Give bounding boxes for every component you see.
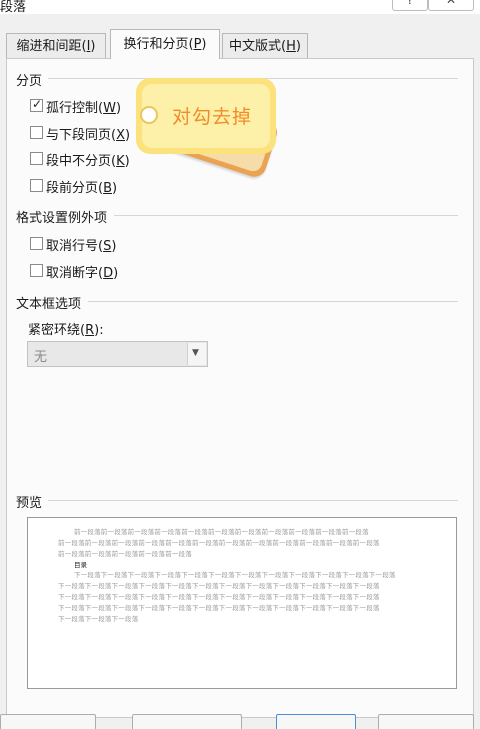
keep-lines-together-label: 段中不分页(K) <box>46 154 130 169</box>
page-break-before-label: 段前分页(B) <box>46 181 118 196</box>
no-hyphenation-label: 取消断字(D) <box>46 266 119 281</box>
preview-heading: 预览 <box>16 496 43 511</box>
tag-front-shape: 对勾去掉 <box>136 78 276 154</box>
tabs-button[interactable] <box>0 714 96 729</box>
help-icon: ? <box>406 0 414 7</box>
preview-next-line: 下一段落下一段落下一段落 <box>58 615 139 623</box>
keep-with-next-checkbox[interactable] <box>30 126 43 139</box>
preview-pane: 前一段落前一段落前一段落前一段落前一段落前一段落前一段落前一段落前一段落前一段落… <box>27 517 457 689</box>
textbox-divider <box>88 301 458 302</box>
widow-control-label: 孤行控制(W) <box>46 101 122 116</box>
preview-prev-line: 前一段落前一段落前一段落前一段落前一段落 <box>58 550 192 558</box>
title-bar: 段落 ? ✕ <box>0 0 480 15</box>
preview-next-line: 下一段落下一段落下一段落下一段落下一段落下一段落下一段落下一段落下一段落下一段落… <box>58 593 380 601</box>
pagination-heading: 分页 <box>16 74 43 89</box>
tight-wrap-label: 紧密环绕(R): <box>28 323 104 338</box>
suppress-line-numbers-label: 取消行号(S) <box>46 239 117 254</box>
ok-button[interactable] <box>276 714 356 729</box>
keep-with-next-label: 与下段同页(X) <box>46 128 131 143</box>
preview-next-line: 下一段落下一段落下一段落下一段落下一段落下一段落下一段落下一段落下一段落下一段落… <box>58 604 380 612</box>
annotation-text: 对勾去掉 <box>172 106 253 128</box>
preview-next-line: 下一段落下一段落下一段落下一段落下一段落下一段落下一段落下一段落下一段落下一段落… <box>58 582 380 590</box>
preview-prev-line: 前一段落前一段落前一段落前一段落前一段落前一段落前一段落前一段落前一段落前一段落… <box>58 539 380 547</box>
preview-current-text: 目录 <box>74 561 87 569</box>
tab-indent-spacing[interactable]: 缩进和间距(I) <box>6 33 106 58</box>
preview-prev-line: 前一段落前一段落前一段落前一段落前一段落前一段落前一段落前一段落前一段落前一段落… <box>74 528 369 536</box>
checkmark-icon: ✓ <box>32 97 43 111</box>
preview-divider <box>48 500 458 501</box>
tight-wrap-select[interactable]: 无 ▼ <box>27 341 208 367</box>
tab-asian-typography[interactable]: 中文版式(H) <box>222 33 308 58</box>
tight-wrap-value: 无 <box>34 350 48 365</box>
textbox-heading: 文本框选项 <box>16 297 82 312</box>
cancel-button[interactable] <box>378 714 474 729</box>
no-hyphenation-checkbox[interactable] <box>30 264 43 277</box>
suppress-line-numbers-checkbox[interactable] <box>30 237 43 250</box>
tag-hole-icon <box>140 106 158 124</box>
preview-next-line: 下一段落下一段落下一段落下一段落下一段落下一段落下一段落下一段落下一段落下一段落… <box>74 571 396 579</box>
tab-line-page-breaks[interactable]: 换行和分页(P) <box>110 29 220 59</box>
window-title: 段落 <box>0 0 27 15</box>
close-button[interactable]: ✕ <box>428 0 474 11</box>
help-button[interactable]: ? <box>392 0 428 11</box>
annotation-tag: 对勾去掉 <box>120 75 281 180</box>
exceptions-divider <box>114 215 458 216</box>
close-icon: ✕ <box>445 0 457 7</box>
page-break-before-checkbox[interactable] <box>30 179 43 192</box>
exceptions-heading: 格式设置例外项 <box>16 211 108 226</box>
set-default-button[interactable] <box>132 714 242 729</box>
chevron-down-icon: ▼ <box>192 348 199 358</box>
widow-control-checkbox[interactable]: ✓ <box>30 97 43 112</box>
dropdown-button[interactable]: ▼ <box>187 343 206 365</box>
keep-lines-together-checkbox[interactable] <box>30 152 43 165</box>
